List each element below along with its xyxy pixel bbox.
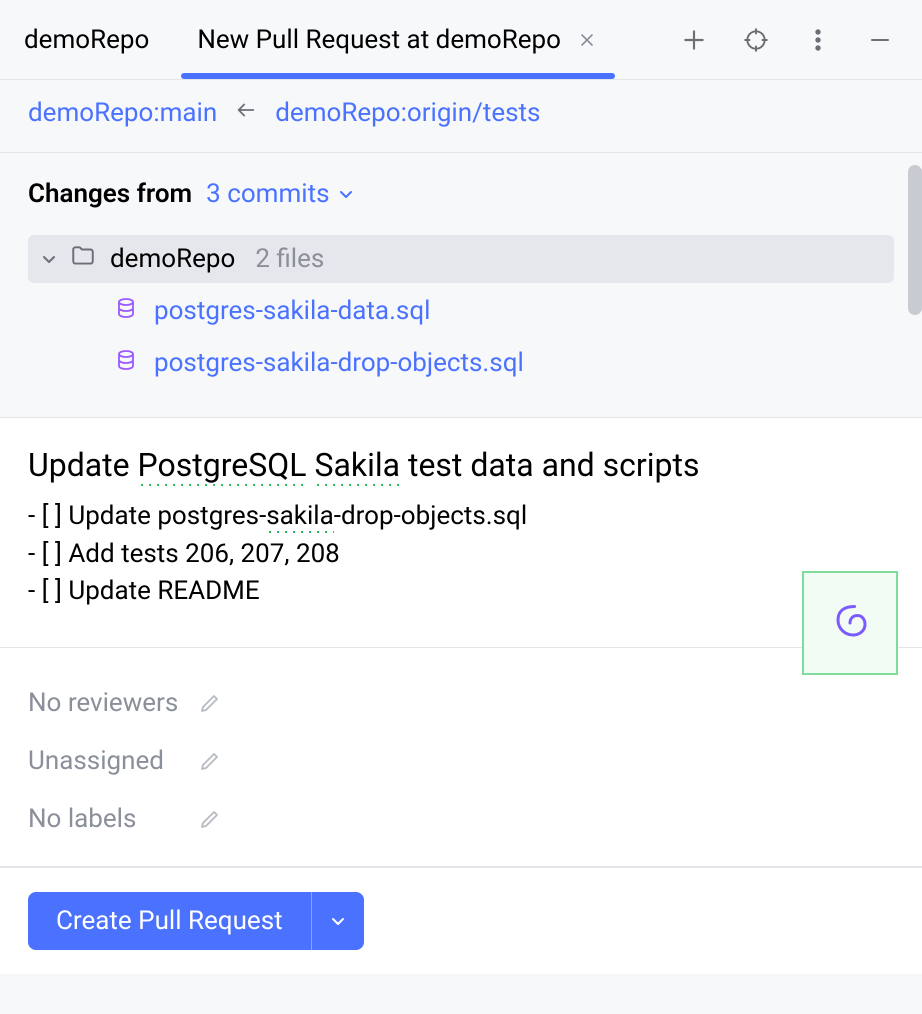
plus-icon[interactable] [674,20,714,60]
spiral-icon [832,605,868,641]
labels-value: No labels [28,804,198,834]
labels-row: No labels [28,804,894,834]
edit-assignee-icon[interactable] [198,749,222,773]
target-icon[interactable] [736,20,776,60]
description-section: Update PostgreSQL Sakila test data and s… [0,418,922,648]
reviewers-value: No reviewers [28,688,198,718]
pr-title-w1: Update [28,446,138,484]
file-name: postgres-sakila-drop-objects.sql [154,348,524,378]
ai-assist-button[interactable] [802,571,898,675]
arrow-left-icon [235,98,257,128]
pr-title-rest: test data and scripts [400,446,699,484]
folder-icon [70,243,96,276]
tree-file-row[interactable]: postgres-sakila-drop-objects.sql [28,339,894,387]
branch-selector-row: demoRepo:main demoRepo:origin/tests [0,80,922,153]
tab-new-pr-label: New Pull Request at demoRepo [197,25,561,55]
changes-header: Changes from 3 commits [28,179,894,209]
commit-count-text: 3 commits [206,179,329,209]
scrollbar[interactable] [908,165,922,315]
checklist-item: Update README [28,573,894,611]
assignee-row: Unassigned [28,746,894,776]
create-pr-button[interactable]: Create Pull Request [28,892,364,950]
changes-from-label: Changes from [28,179,192,209]
top-tab-bar: demoRepo New Pull Request at demoRepo [0,0,922,80]
pr-title-input[interactable]: Update PostgreSQL Sakila test data and s… [28,446,894,484]
repo-name: demoRepo [110,244,235,274]
spell-word: Sakila [314,446,400,486]
tree-repo-row[interactable]: demoRepo 2 files [28,235,894,283]
commit-count-dropdown[interactable]: 3 commits [206,179,353,209]
source-branch[interactable]: demoRepo:origin/tests [275,98,540,128]
changes-section: Changes from 3 commits demoRepo 2 files … [0,153,922,418]
target-branch[interactable]: demoRepo:main [28,98,217,128]
spell-word: PostgreSQL [138,446,307,486]
file-name: postgres-sakila-data.sql [154,296,430,326]
create-pr-dropdown[interactable] [311,892,364,950]
pr-description[interactable]: Update postgres-sakila-drop-objects.sql … [28,498,894,611]
edit-labels-icon[interactable] [198,807,222,831]
file-tree: demoRepo 2 files postgres-sakila-data.sq… [28,235,894,387]
checklist-item: Update postgres-sakila-drop-objects.sql [28,498,894,536]
reviewers-row: No reviewers [28,688,894,718]
checklist-item: Add tests 206, 207, 208 [28,536,894,574]
tab-strip: demoRepo New Pull Request at demoRepo [0,0,674,79]
tree-file-row[interactable]: postgres-sakila-data.sql [28,287,894,335]
database-icon [114,348,138,379]
tab-new-pr[interactable]: New Pull Request at demoRepo [173,0,623,79]
assignee-value: Unassigned [28,746,198,776]
meta-section: No reviewers Unassigned No labels [0,648,922,867]
database-icon [114,296,138,327]
kebab-menu-icon[interactable] [798,20,838,60]
create-pr-label: Create Pull Request [28,892,311,950]
edit-reviewers-icon[interactable] [198,691,222,715]
tab-repo-label: demoRepo [24,25,149,55]
tab-repo[interactable]: demoRepo [0,0,173,79]
file-count: 2 files [255,244,324,274]
chevron-down-icon[interactable] [38,251,60,267]
top-actions [674,0,922,79]
minimize-icon[interactable] [860,20,900,60]
footer: Create Pull Request [0,867,922,974]
close-icon[interactable] [575,28,599,52]
